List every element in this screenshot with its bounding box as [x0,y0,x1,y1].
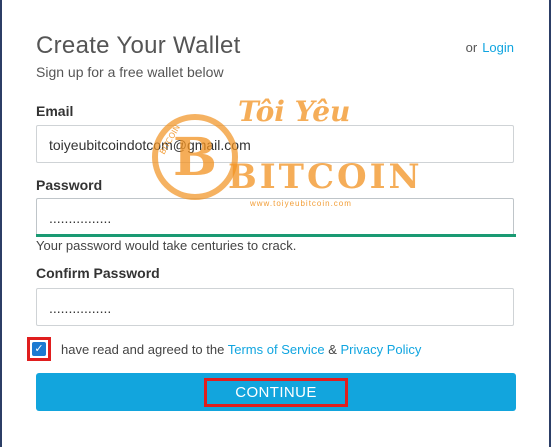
watermark-line2: BITCOIN [228,157,423,197]
email-field[interactable]: toiyeubitcoindotcom@gmail.com [36,125,514,163]
or-text: or [465,40,478,55]
agreement-checkbox-highlight: ✓ [27,337,51,361]
agreement-text: have read and agreed to the Terms of Ser… [61,342,421,357]
ampersand: & [328,341,337,357]
agreement-row: ✓ have read and agreed to the Terms of S… [27,335,421,363]
continue-label: CONTINUE [204,377,348,407]
login-prompt: or Login [466,40,514,55]
page-title: Create Your Wallet [36,32,241,59]
password-strength-message: Your password would take centuries to cr… [36,238,297,253]
password-field[interactable]: ................ [36,198,514,236]
continue-button[interactable]: CONTINUE [36,373,516,411]
terms-of-service-link[interactable]: Terms of Service [228,342,325,357]
password-label: Password [36,177,103,193]
confirm-password-field[interactable]: ................ [36,288,514,326]
email-label: Email [36,103,74,119]
login-link[interactable]: Login [482,40,514,55]
agreement-checkbox[interactable]: ✓ [32,342,46,356]
checkmark-icon: ✓ [34,342,44,355]
password-strength-bar [36,234,516,237]
watermark-line1: Tôi Yêu [238,95,351,128]
privacy-policy-link[interactable]: Privacy Policy [340,342,421,357]
confirm-password-label: Confirm Password [36,265,160,281]
agreement-prefix: have read and agreed to the [61,341,225,357]
window-left-edge [0,0,2,447]
page-subtitle: Sign up for a free wallet below [36,64,224,80]
